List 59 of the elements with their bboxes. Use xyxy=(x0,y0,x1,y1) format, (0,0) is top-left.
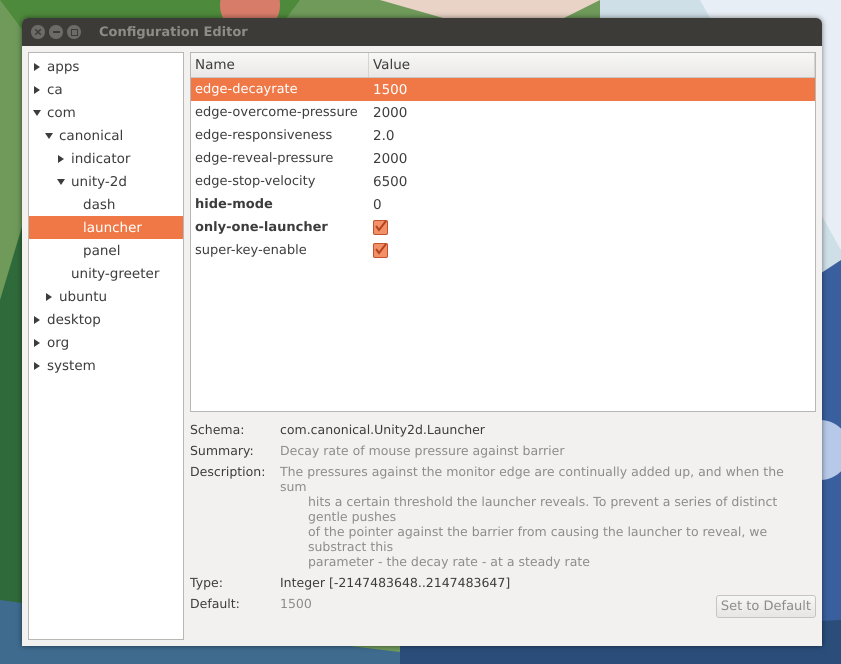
table-row[interactable]: edge-overcome-pressure 2000 xyxy=(191,101,815,124)
detail-value: com.canonical.Unity2d.Launcher xyxy=(280,422,485,437)
tree-item[interactable]: canonical xyxy=(29,124,183,147)
detail-value: 1500 xyxy=(280,596,312,611)
tree-item[interactable]: indicator xyxy=(29,147,183,170)
table-row[interactable]: edge-reveal-pressure 2000 xyxy=(191,147,815,170)
detail-label: Default: xyxy=(190,596,241,611)
tree-item[interactable]: unity-2d xyxy=(29,170,183,193)
caret-right-icon[interactable] xyxy=(33,362,41,370)
detail-label: Type: xyxy=(190,575,224,590)
window-title: Configuration Editor xyxy=(99,24,248,40)
key-name: edge-overcome-pressure xyxy=(194,105,359,120)
key-name: edge-reveal-pressure xyxy=(194,151,334,166)
detail-value: Integer [-2147483648..2147483647] xyxy=(280,575,510,590)
key-name: edge-decayrate xyxy=(194,82,299,97)
table-row[interactable]: edge-stop-velocity 6500 xyxy=(191,170,815,193)
caret-right-icon[interactable] xyxy=(33,86,41,94)
detail-label: Description: xyxy=(190,464,266,481)
tree-item[interactable]: dash xyxy=(29,193,183,216)
checkbox[interactable] xyxy=(373,243,388,258)
description-line: parameter - the decay rate - at a steady rate xyxy=(307,554,591,569)
column-header[interactable]: Value xyxy=(369,53,815,77)
caret-right-icon[interactable] xyxy=(45,292,53,300)
key-name: hide-mode xyxy=(194,197,274,212)
caret-right-icon[interactable] xyxy=(33,316,41,324)
key-name: super-key-enable xyxy=(194,243,308,258)
key-name: edge-stop-velocity xyxy=(194,174,316,189)
detail-label: Schema: xyxy=(190,422,246,437)
table-row[interactable]: super-key-enable xyxy=(191,239,815,262)
caret-right-icon[interactable] xyxy=(33,62,41,70)
value-text: 6500 xyxy=(373,174,408,190)
tree-item[interactable]: unity-greeter xyxy=(29,262,183,285)
tree-item[interactable]: apps xyxy=(29,55,183,78)
detail-value: Decay rate of mouse pressure against barrier xyxy=(280,443,564,458)
caret-down-icon[interactable] xyxy=(33,108,41,116)
tree-item[interactable]: panel xyxy=(29,239,183,262)
table-row[interactable]: only-one-launcher xyxy=(191,216,815,239)
detail-label: Summary: xyxy=(190,443,255,458)
tree-item[interactable]: com xyxy=(29,101,183,124)
value-text: 2.0 xyxy=(373,128,394,144)
value-text: 2000 xyxy=(373,104,408,120)
table-row[interactable]: hide-mode 0 xyxy=(191,193,815,216)
table-row[interactable]: edge-responsiveness 2.0 xyxy=(191,124,815,147)
caret-down-icon[interactable] xyxy=(57,178,65,186)
tree-item[interactable]: ca xyxy=(29,78,183,101)
caret-right-icon[interactable] xyxy=(57,154,65,162)
checkbox[interactable] xyxy=(373,220,388,235)
caret-down-icon[interactable] xyxy=(45,132,53,140)
value-text: 2000 xyxy=(373,150,408,166)
tree-item[interactable]: desktop xyxy=(29,308,183,331)
column-header[interactable]: Name xyxy=(191,53,369,77)
caret-right-icon[interactable] xyxy=(33,338,41,346)
tree-item[interactable]: ubuntu xyxy=(29,285,183,308)
value-text: 1500 xyxy=(373,82,408,98)
tree-item[interactable]: org xyxy=(29,331,183,354)
value-text: 0 xyxy=(373,196,382,212)
key-name: edge-responsiveness xyxy=(194,128,334,143)
tree-item[interactable]: system xyxy=(29,354,183,377)
key-name: only-one-launcher xyxy=(194,220,329,235)
